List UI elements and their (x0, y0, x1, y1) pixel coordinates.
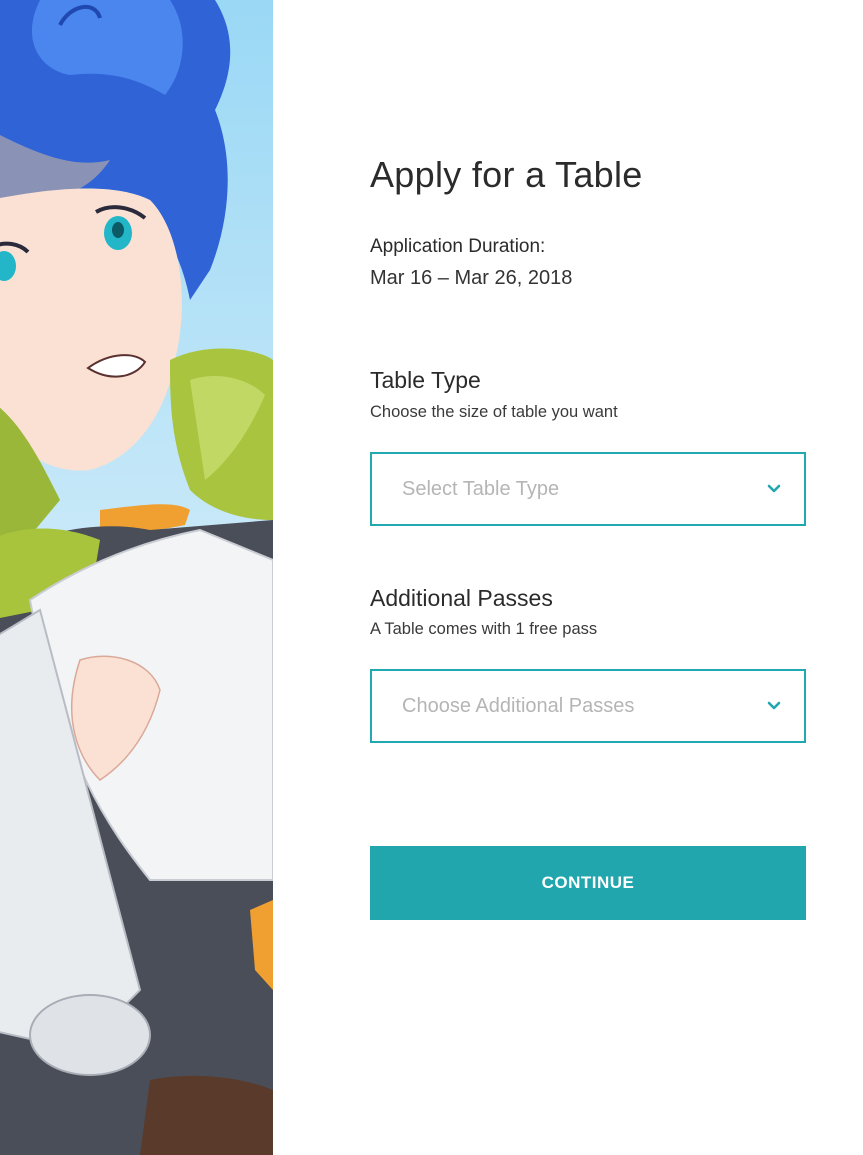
character-illustration (0, 0, 273, 1155)
chevron-down-icon (767, 484, 781, 493)
additional-passes-select[interactable]: Choose Additional Passes (370, 669, 806, 743)
apply-table-page: Apply for a Table Application Duration: … (0, 0, 863, 1155)
table-type-heading: Table Type (370, 367, 481, 393)
continue-button[interactable]: CONTINUE (370, 846, 806, 920)
chevron-down-icon (767, 701, 781, 710)
table-type-placeholder: Select Table Type (402, 478, 560, 500)
table-type-select[interactable]: Select Table Type (370, 452, 806, 526)
duration-label: Application Duration: (370, 236, 546, 257)
additional-passes-placeholder: Choose Additional Passes (402, 695, 635, 717)
illustration-artwork (0, 0, 273, 1155)
duration-value: Mar 16 – Mar 26, 2018 (370, 267, 573, 289)
table-type-subtitle: Choose the size of table you want (370, 403, 618, 421)
additional-passes-heading: Additional Passes (370, 585, 553, 611)
page-title: Apply for a Table (370, 154, 643, 195)
additional-passes-subtitle: A Table comes with 1 free pass (370, 620, 598, 638)
